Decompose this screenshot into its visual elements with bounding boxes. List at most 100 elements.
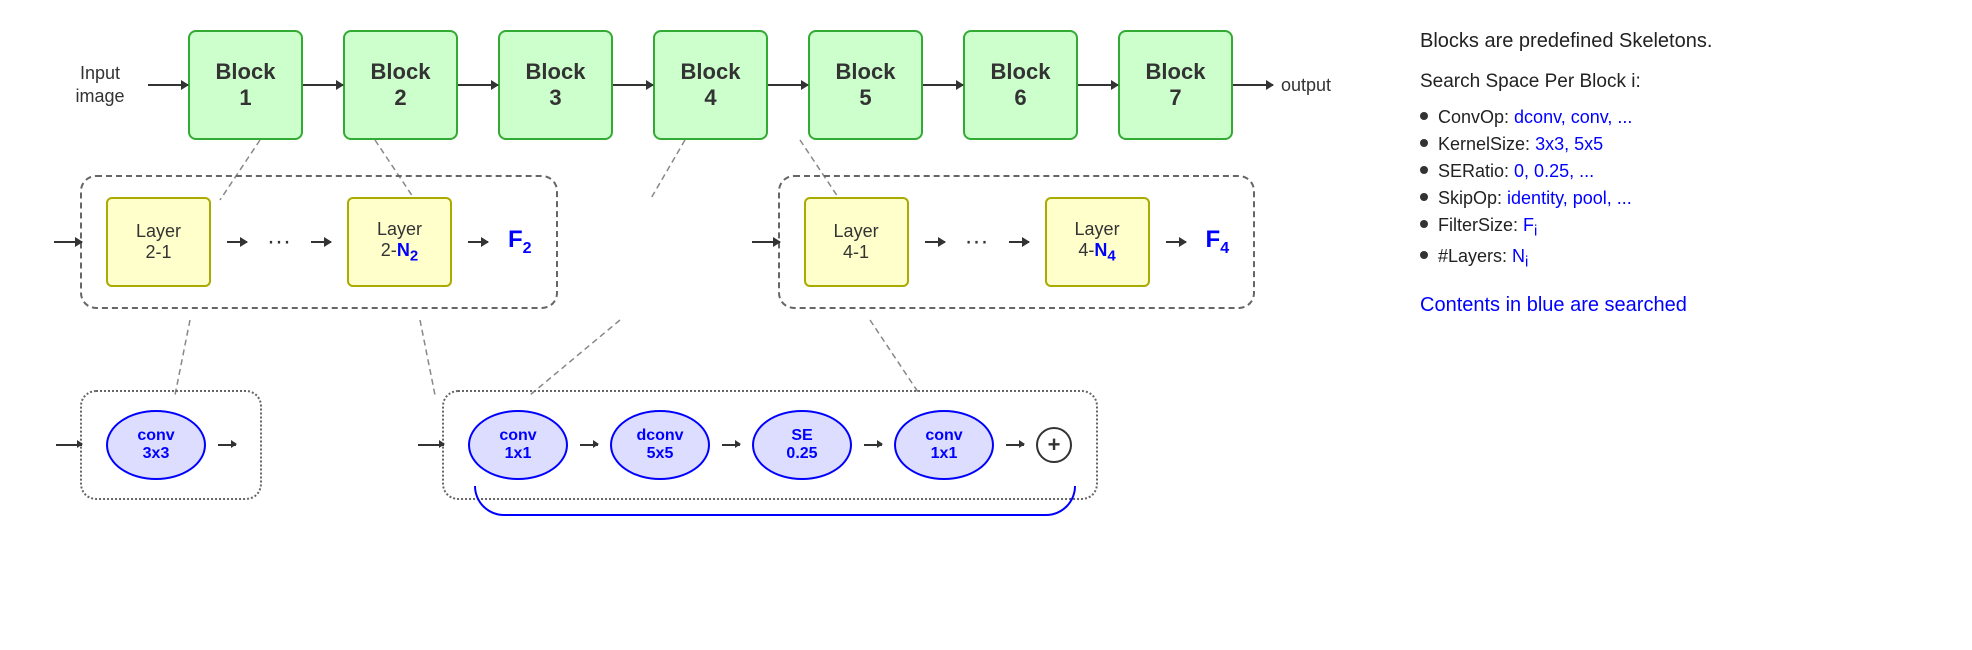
- bullet-filtersize-value: Fi: [1523, 215, 1537, 235]
- arrow-1: [303, 84, 343, 86]
- entry-arrow-group2: [752, 241, 780, 243]
- output-label: output: [1281, 75, 1331, 96]
- arrow-4: [768, 84, 808, 86]
- op-dconv5x5-l2: 5x5: [647, 445, 674, 463]
- main-container: Input image Block 1 Block 2 Block 3: [0, 0, 1972, 650]
- layer-4-n: Layer 4-N4: [1045, 197, 1150, 287]
- op-se025-l2: 0.25: [786, 445, 817, 463]
- layer-2-n-l1: Layer: [377, 219, 422, 240]
- block-box-4: Block 4: [653, 30, 768, 140]
- op-conv3x3-l2: 3x3: [143, 445, 170, 463]
- bullet-seratio-text: SERatio: 0, 0.25, ...: [1438, 161, 1594, 182]
- block-box-5: Block 5: [808, 30, 923, 140]
- op-conv1x1a-l2: 1x1: [505, 445, 532, 463]
- ops-group-1: conv 3x3: [80, 390, 262, 500]
- bullet-dot-0: [1420, 112, 1428, 120]
- bullet-dot-3: [1420, 193, 1428, 201]
- block-4-line2: 4: [704, 85, 716, 111]
- layer-4-1-l1: Layer: [834, 221, 879, 242]
- n2-sub: 2: [410, 248, 418, 265]
- block-2-line1: Block: [371, 59, 431, 85]
- block-5-line2: 5: [859, 85, 871, 111]
- entry-arrow-ops1: [56, 444, 82, 446]
- arrow-6: [1078, 84, 1118, 86]
- block-box-1: Block 1: [188, 30, 303, 140]
- bullet-dot-2: [1420, 166, 1428, 174]
- layer-2-n-l2: 2-N2: [381, 240, 418, 265]
- bullet-skipop-value: identity, pool, ...: [1507, 188, 1632, 208]
- plus-circle: +: [1036, 427, 1072, 463]
- block-7-line1: Block: [1146, 59, 1206, 85]
- block-6-line2: 6: [1014, 85, 1026, 111]
- mid-arrow-1c: [468, 241, 488, 243]
- f2-sub: 2: [523, 240, 532, 257]
- op-se025: SE 0.25: [752, 410, 852, 480]
- arrow-op2: [722, 444, 740, 446]
- entry-arrow-group1: [54, 241, 82, 243]
- bullet-dot-1: [1420, 139, 1428, 147]
- arrow-op3: [864, 444, 882, 446]
- layer-2-1-l2: 2-1: [145, 242, 171, 263]
- block-box-7: Block 7: [1118, 30, 1233, 140]
- block-3-line1: Block: [526, 59, 586, 85]
- block-2-line2: 2: [394, 85, 406, 111]
- block-7-line2: 7: [1169, 85, 1181, 111]
- bullet-layers-text: #Layers: Ni: [1438, 246, 1528, 271]
- n4-bold: N4: [1094, 240, 1115, 265]
- fi-sub: i: [1534, 223, 1537, 240]
- diagram-area: Input image Block 1 Block 2 Block 3: [0, 0, 1400, 650]
- op-conv1x1b-l2: 1x1: [931, 445, 958, 463]
- mid-arrow-2a: [925, 241, 945, 243]
- block-4-line1: Block: [681, 59, 741, 85]
- layer-2-1: Layer 2-1: [106, 197, 211, 287]
- bullet-kernelsize-text: KernelSize: 3x3, 5x5: [1438, 134, 1603, 155]
- ops-group-2: conv 1x1 dconv 5x5 SE 0.25 conv 1x1: [442, 390, 1098, 500]
- bullet-convop-value: dconv, conv, ...: [1514, 107, 1632, 127]
- n4-sub: 4: [1107, 248, 1115, 265]
- bullet-dot-5: [1420, 251, 1428, 259]
- arrow-0: [148, 84, 188, 86]
- op-conv1x1a-l1: conv: [499, 427, 536, 445]
- middle-section: Layer 2-1 ··· Layer 2-N2 F2 Layer 4-1: [80, 175, 1255, 309]
- block-box-2: Block 2: [343, 30, 458, 140]
- layer-2-1-l1: Layer: [136, 221, 181, 242]
- op-conv1x1-b: conv 1x1: [894, 410, 994, 480]
- mid-arrow-1a: [227, 241, 247, 243]
- op-dconv5x5: dconv 5x5: [610, 410, 710, 480]
- bullet-list: ConvOp: dconv, conv, ... KernelSize: 3x3…: [1420, 107, 1942, 270]
- panel-subtitle: Search Space Per Block i:: [1420, 71, 1942, 93]
- op-conv3x3-l1: conv: [137, 427, 174, 445]
- bullet-seratio: SERatio: 0, 0.25, ...: [1420, 161, 1942, 182]
- bullet-seratio-value: 0, 0.25, ...: [1514, 161, 1594, 181]
- layer-2-n: Layer 2-N2: [347, 197, 452, 287]
- block-1-line2: 1: [239, 85, 251, 111]
- top-row: Input image Block 1 Block 2 Block 3: [60, 30, 1331, 140]
- bullet-skipop-text: SkipOp: identity, pool, ...: [1438, 188, 1632, 209]
- block-box-6: Block 6: [963, 30, 1078, 140]
- op-conv1x1b-l1: conv: [925, 427, 962, 445]
- f4-sub: 4: [1220, 240, 1229, 257]
- block-1-line1: Block: [216, 59, 276, 85]
- layer-4-n-l2: 4-N4: [1078, 240, 1115, 265]
- bullet-filtersize: FilterSize: Fi: [1420, 215, 1942, 240]
- f2-label: F2: [508, 226, 532, 258]
- bottom-section: conv 3x3 conv 1x1 dconv 5x5: [80, 390, 1098, 500]
- bullet-convop-text: ConvOp: dconv, conv, ...: [1438, 107, 1632, 128]
- arrow-2: [458, 84, 498, 86]
- right-panel: Blocks are predefined Skeletons. Search …: [1400, 0, 1972, 650]
- layer-4-1-l2: 4-1: [843, 242, 869, 263]
- arrow-op1: [580, 444, 598, 446]
- bullet-kernelsize: KernelSize: 3x3, 5x5: [1420, 134, 1942, 155]
- op-conv1x1-a: conv 1x1: [468, 410, 568, 480]
- mid-arrow-2c: [1166, 241, 1186, 243]
- bullet-layers-value: Ni: [1512, 246, 1528, 266]
- block-6-line1: Block: [991, 59, 1051, 85]
- layer-4-1: Layer 4-1: [804, 197, 909, 287]
- mid-arrow-1b: [311, 241, 331, 243]
- panel-title: Blocks are predefined Skeletons.: [1420, 30, 1942, 53]
- skip-curve: [474, 486, 1076, 516]
- exit-arrow-ops1: [218, 444, 236, 446]
- searched-note: Contents in blue are searched: [1420, 294, 1942, 317]
- block-3-line2: 3: [549, 85, 561, 111]
- bullet-dot-4: [1420, 220, 1428, 228]
